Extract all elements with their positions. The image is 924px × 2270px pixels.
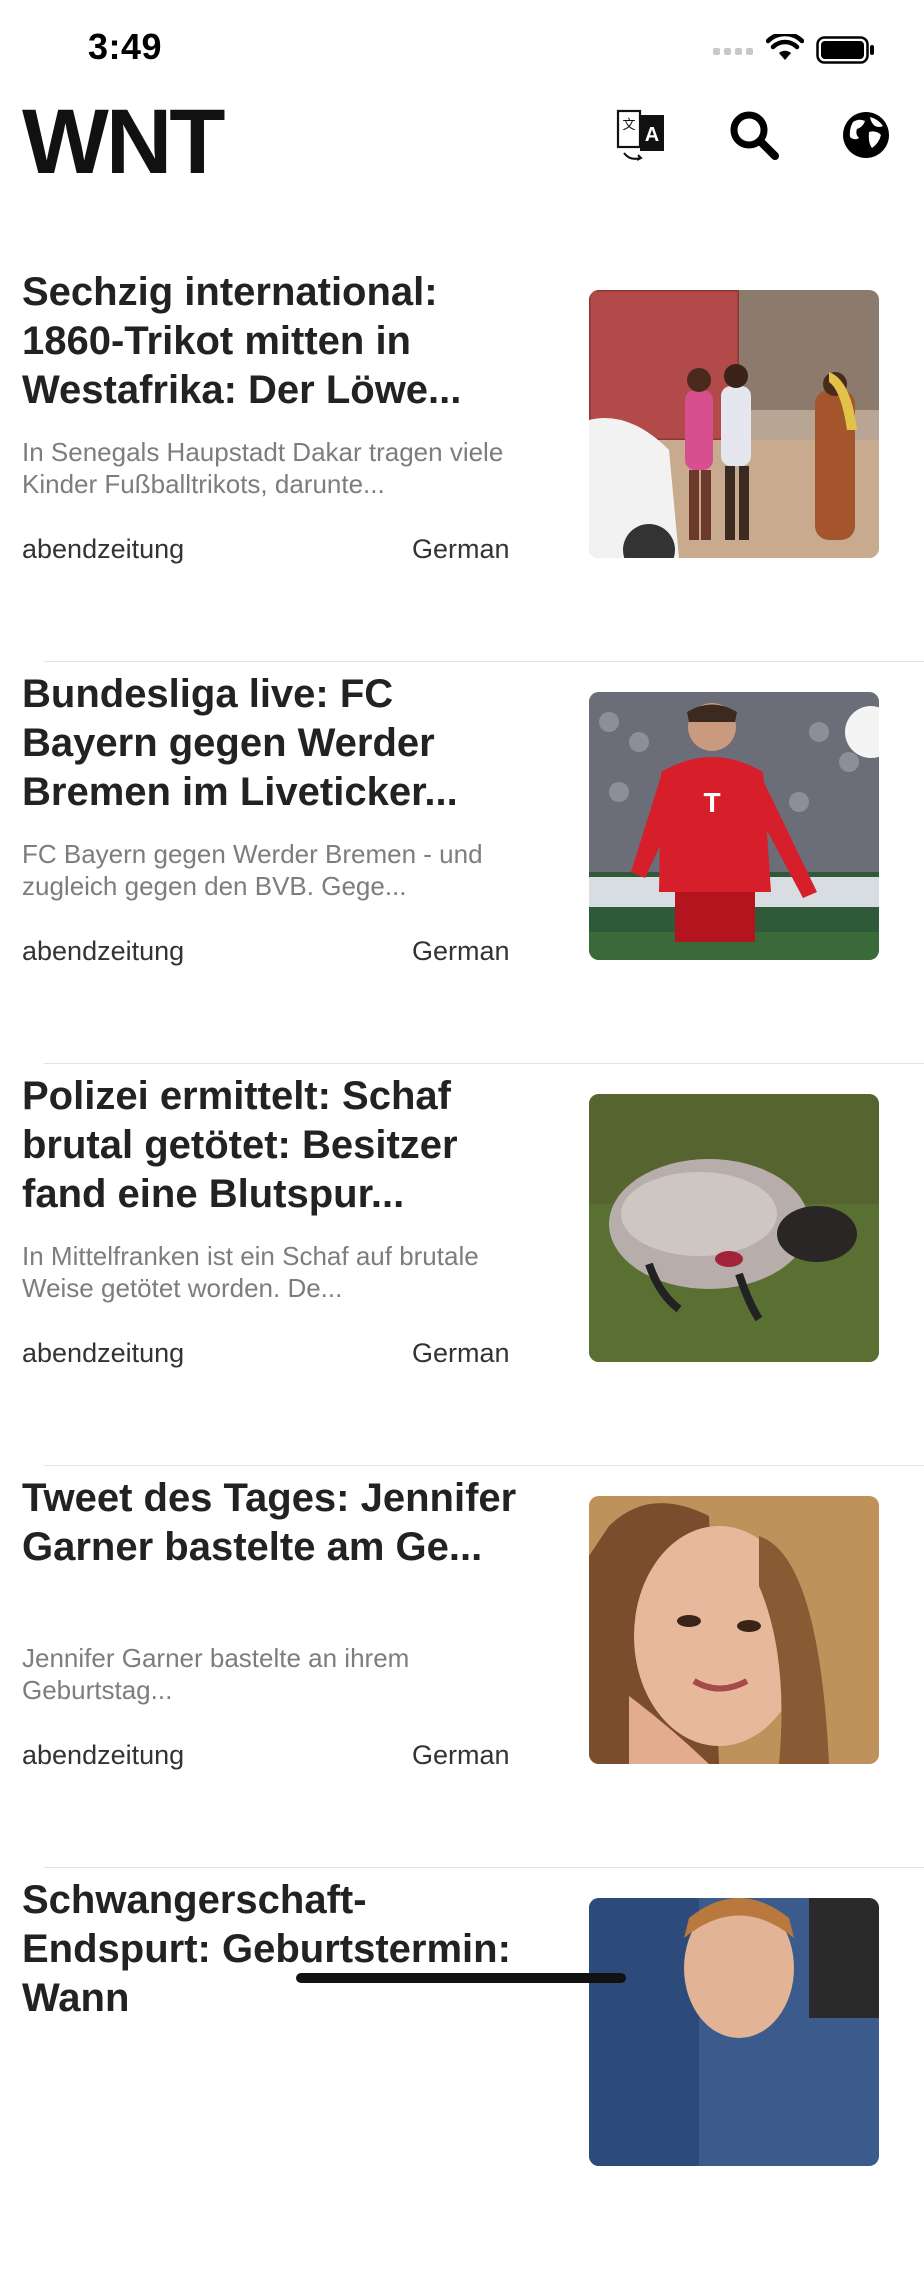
wifi-icon — [765, 31, 805, 67]
news-item[interactable]: Bundesliga live: FC Bayern gegen Werder … — [0, 662, 924, 1064]
news-item[interactable]: Polizei ermittelt: Schaf brutal getötet:… — [0, 1064, 924, 1466]
search-button[interactable] — [724, 105, 784, 165]
article-source: abendzeitung — [22, 534, 185, 564]
svg-text:A: A — [645, 124, 659, 146]
article-source: abendzeitung — [22, 1338, 185, 1368]
svg-text:文: 文 — [622, 118, 635, 133]
app-header: WNT 文 A — [0, 90, 924, 220]
battery-icon — [816, 36, 876, 69]
news-feed: Sechzig international: 1860-Trikot mitte… — [0, 260, 924, 2270]
translate-button[interactable]: 文 A — [612, 105, 672, 165]
article-language: German — [412, 1740, 510, 1770]
article-title: Polizei ermittelt: Schaf brutal getötet:… — [22, 1074, 458, 1216]
article-summary: Jennifer Garner bastelte an ihrem Geburt… — [22, 1643, 410, 1705]
article-title: Schwangerschaft-Endspurt: Geburtstermin:… — [22, 1878, 511, 2020]
article-title: Bundesliga live: FC Bayern gegen Werder … — [22, 672, 458, 814]
article-language: German — [412, 1338, 510, 1368]
article-summary: In Mittelfranken ist ein Schaf auf bruta… — [22, 1241, 479, 1303]
status-bar: 3:49 — [0, 0, 924, 90]
article-thumbnail — [589, 290, 879, 558]
article-thumbnail: T — [589, 692, 879, 960]
news-item[interactable]: Schwangerschaft-Endspurt: Geburtstermin:… — [0, 1868, 924, 2270]
article-title: Sechzig international: 1860-Trikot mitte… — [22, 270, 462, 412]
article-title: Tweet des Tages: Jennifer Garner bastelt… — [22, 1476, 517, 1569]
translate-icon: 文 A — [616, 109, 664, 161]
app-logo: WNT — [22, 91, 225, 193]
article-summary: In Senegals Haupstadt Dakar tragen viele… — [22, 437, 504, 499]
svg-text:T: T — [703, 787, 720, 818]
article-thumbnail — [589, 1496, 879, 1764]
article-language: German — [412, 936, 510, 966]
article-summary: FC Bayern gegen Werder Bremen - und zugl… — [22, 839, 483, 901]
search-icon — [730, 111, 779, 160]
region-button[interactable] — [836, 105, 896, 165]
news-item[interactable]: Tweet des Tages: Jennifer Garner bastelt… — [0, 1466, 924, 1868]
cellular-signal-icon — [713, 48, 753, 55]
article-source: abendzeitung — [22, 1740, 185, 1770]
article-thumbnail — [589, 1094, 879, 1362]
article-language: German — [412, 534, 510, 564]
article-source: abendzeitung — [22, 936, 185, 966]
news-item[interactable]: Sechzig international: 1860-Trikot mitte… — [0, 260, 924, 662]
globe-icon — [843, 112, 889, 158]
article-thumbnail — [589, 1898, 879, 2166]
home-indicator[interactable] — [296, 1973, 626, 1983]
status-time: 3:49 — [88, 26, 163, 67]
